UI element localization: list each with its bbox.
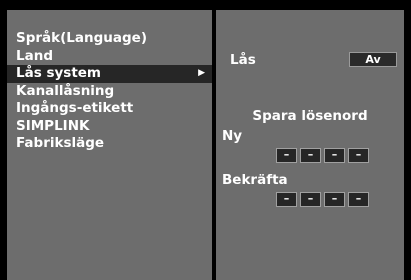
menu-item-label: Lås system bbox=[16, 65, 101, 81]
menu-item-label: SIMPLINK bbox=[16, 117, 90, 134]
confirm-pin-digit[interactable]: – bbox=[276, 192, 297, 207]
new-pin-digit[interactable]: – bbox=[300, 148, 321, 163]
settings-screen: Språk(Language) Land Lås system ▶ Kanall… bbox=[0, 0, 411, 280]
save-password-title: Spara lösenord bbox=[252, 108, 368, 124]
menu-item-label: Ingångs-etikett bbox=[16, 100, 134, 116]
new-password-field: – – – – bbox=[276, 148, 372, 163]
menu-item-label: Språk(Language) bbox=[16, 30, 147, 46]
menu-item-language[interactable]: Språk(Language) bbox=[7, 30, 212, 48]
lock-settings-panel: Lås Av Spara lösenord Ny – – – – Bekräft… bbox=[216, 10, 404, 280]
menu-item-label: Land bbox=[16, 47, 53, 64]
new-pin-digit[interactable]: – bbox=[276, 148, 297, 163]
lock-toggle[interactable]: Av bbox=[349, 52, 397, 67]
confirm-password-field: – – – – bbox=[276, 192, 372, 207]
confirm-password-label: Bekräfta bbox=[222, 172, 288, 188]
submenu-arrow-icon: ▶ bbox=[198, 68, 205, 78]
lock-menu-panel: Språk(Language) Land Lås system ▶ Kanall… bbox=[7, 10, 212, 280]
confirm-pin-digit[interactable]: – bbox=[300, 192, 321, 207]
menu-item-label: Kanallåsning bbox=[16, 82, 115, 99]
menu-list: Språk(Language) Land Lås system ▶ Kanall… bbox=[7, 30, 212, 153]
menu-item-country[interactable]: Land bbox=[7, 48, 212, 66]
confirm-pin-digit[interactable]: – bbox=[324, 192, 345, 207]
menu-item-input-label[interactable]: Ingångs-etikett bbox=[7, 100, 212, 118]
menu-item-lock-system[interactable]: Lås system ▶ bbox=[7, 65, 212, 83]
menu-item-label: Fabriksläge bbox=[16, 135, 105, 151]
lock-row: Lås Av bbox=[230, 51, 398, 69]
confirm-pin-digit[interactable]: – bbox=[348, 192, 369, 207]
new-pin-digit[interactable]: – bbox=[324, 148, 345, 163]
menu-item-factory-mode[interactable]: Fabriksläge bbox=[7, 135, 212, 153]
menu-item-simplink[interactable]: SIMPLINK bbox=[7, 118, 212, 136]
new-pin-digit[interactable]: – bbox=[348, 148, 369, 163]
lock-label: Lås bbox=[230, 52, 256, 68]
new-password-label: Ny bbox=[222, 128, 243, 144]
menu-item-channel-lock[interactable]: Kanallåsning bbox=[7, 83, 212, 101]
